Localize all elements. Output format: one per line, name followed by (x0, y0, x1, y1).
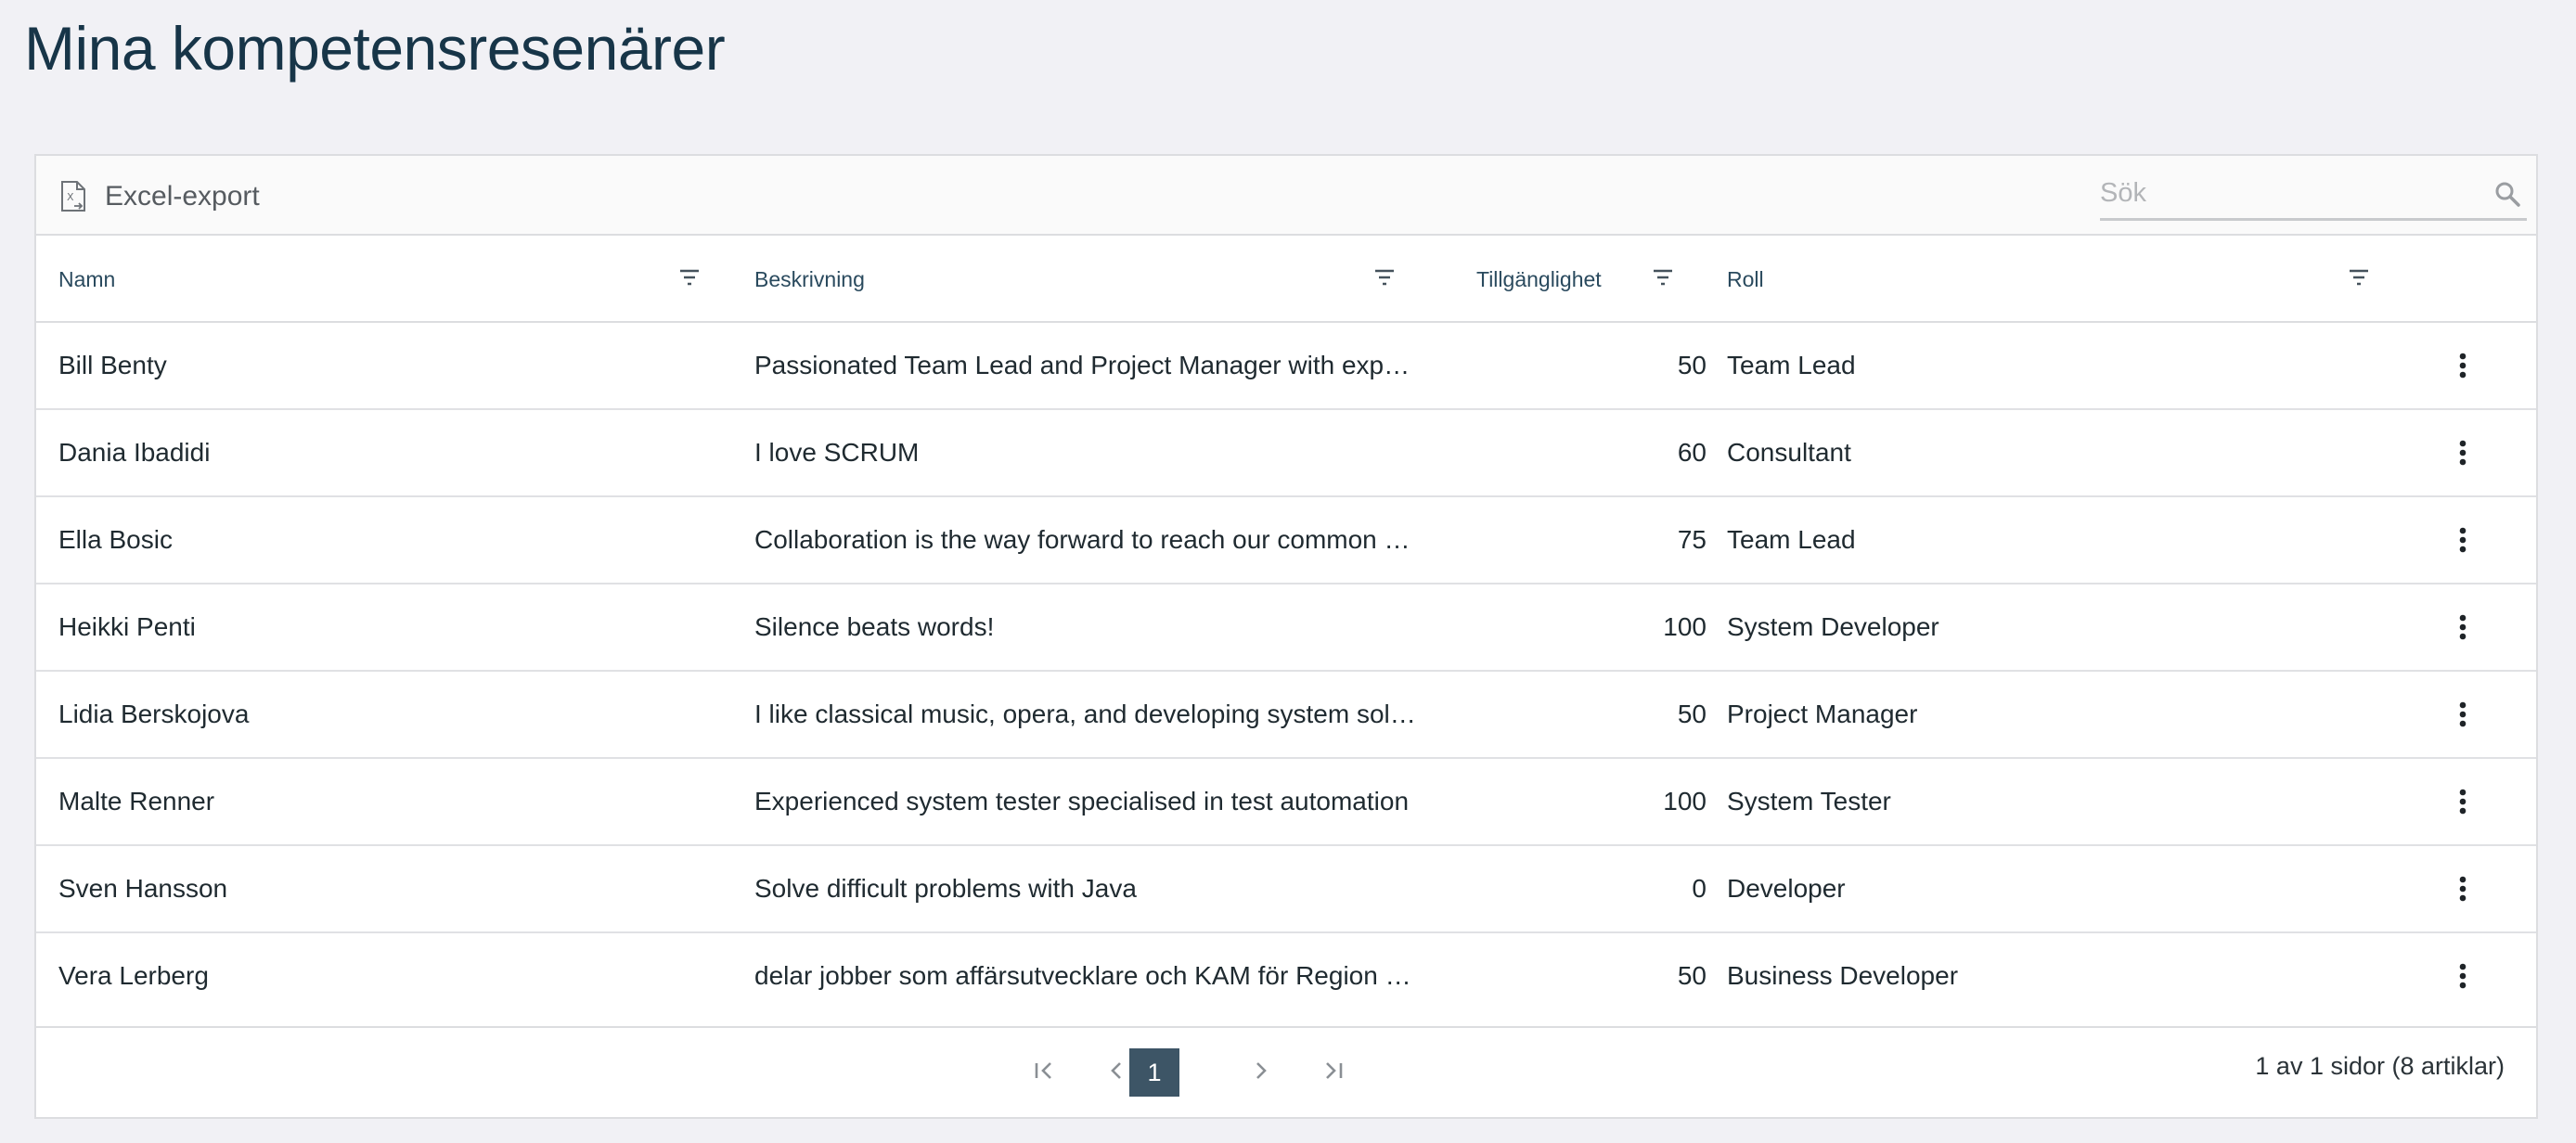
cell-availability: 60 (1677, 438, 1707, 467)
cell-name: Heikki Penti (58, 612, 196, 641)
previous-page-icon[interactable] (1100, 1054, 1133, 1087)
cell-description: Experienced system tester specialised in… (754, 759, 1423, 844)
cell-name: Vera Lerberg (58, 961, 209, 990)
next-page-icon[interactable] (1244, 1054, 1278, 1087)
cell-description-text: I love SCRUM (754, 438, 920, 467)
cell-name: Lidia Berskojova (58, 700, 250, 728)
row-menu-button[interactable] (2440, 672, 2486, 757)
more-vertical-icon (2459, 440, 2467, 466)
excel-export-label: Excel-export (105, 181, 260, 212)
cell-role: Team Lead (1727, 525, 1856, 554)
cell-role: Developer (1727, 874, 1846, 903)
cell-role: Team Lead (1727, 351, 1856, 379)
cell-availability: 50 (1677, 961, 1707, 990)
table-row[interactable]: Bill Benty Passionated Team Lead and Pro… (36, 323, 2536, 410)
cell-description: I like classical music, opera, and devel… (754, 672, 1423, 757)
row-menu-button[interactable] (2440, 323, 2486, 408)
cell-description-text: Passionated Team Lead and Project Manage… (754, 351, 1410, 379)
column-header-name[interactable]: Namn (58, 236, 115, 323)
svg-text:X: X (67, 191, 74, 203)
row-menu-button[interactable] (2440, 933, 2486, 1019)
column-header-availability[interactable]: Tillgänglighet (1476, 236, 1602, 323)
cell-availability: 75 (1677, 525, 1707, 554)
cell-description-text: Experienced system tester specialised in… (754, 787, 1410, 816)
table-row[interactable]: Sven Hansson Solve difficult problems wi… (36, 846, 2536, 933)
cell-role: Consultant (1727, 438, 1851, 467)
cell-description: I love SCRUM (754, 410, 1423, 495)
cell-availability: 100 (1663, 612, 1707, 641)
cell-description: Solve difficult problems with Java (754, 846, 1423, 931)
cell-description: Collaboration is the way forward to reac… (754, 497, 1423, 583)
cell-description-text: I like classical music, opera, and devel… (754, 700, 1423, 728)
cell-name: Ella Bosic (58, 525, 173, 554)
cell-availability: 0 (1692, 874, 1707, 903)
page-info: 1 av 1 sidor (8 artiklar) (2255, 1052, 2505, 1080)
page-title: Mina kompetensresenärer (24, 14, 726, 83)
row-menu-button[interactable] (2440, 759, 2486, 844)
cell-name: Dania Ibadidi (58, 438, 211, 467)
excel-export-button[interactable]: X Excel-export (58, 176, 260, 217)
filter-icon[interactable] (1653, 268, 1673, 287)
more-vertical-icon (2459, 876, 2467, 902)
table-row[interactable]: Malte Renner Experienced system tester s… (36, 759, 2536, 846)
data-grid: X Excel-export Namn Beskrivning Tillgäng… (34, 154, 2538, 1119)
row-menu-button[interactable] (2440, 584, 2486, 670)
cell-description-text: Solve difficult problems with Java (754, 874, 1137, 903)
cell-role: Project Manager (1727, 700, 1918, 728)
pager: 1 1 av 1 sidor (8 artiklar) (36, 1028, 2536, 1117)
search-box (2100, 169, 2527, 221)
cell-name: Malte Renner (58, 787, 215, 816)
more-vertical-icon (2459, 789, 2467, 815)
column-header-description[interactable]: Beskrivning (754, 236, 865, 323)
cell-description-text: delar jobber som affärsutvecklare och KA… (754, 961, 1423, 990)
table-row[interactable]: Heikki Penti Silence beats words! 100 Sy… (36, 584, 2536, 672)
excel-export-icon: X (61, 181, 85, 212)
table-row[interactable]: Vera Lerberg delar jobber som affärsutve… (36, 933, 2536, 1021)
cell-name: Bill Benty (58, 351, 167, 379)
filter-icon[interactable] (1374, 268, 1395, 287)
cell-name: Sven Hansson (58, 874, 228, 903)
cell-description-text: Collaboration is the way forward to reac… (754, 525, 1410, 554)
column-header-role[interactable]: Roll (1727, 236, 1764, 323)
more-vertical-icon (2459, 614, 2467, 640)
more-vertical-icon (2459, 353, 2467, 379)
more-vertical-icon (2459, 527, 2467, 553)
cell-availability: 50 (1677, 700, 1707, 728)
table-header: Namn Beskrivning Tillgänglighet Roll (36, 236, 2536, 323)
table-row[interactable]: Ella Bosic Collaboration is the way forw… (36, 497, 2536, 584)
cell-role: System Tester (1727, 787, 1891, 816)
cell-description: Silence beats words! (754, 584, 1423, 670)
cell-role: Business Developer (1727, 961, 1959, 990)
page-number-button[interactable]: 1 (1129, 1048, 1179, 1097)
filter-icon[interactable] (679, 268, 700, 287)
last-page-icon[interactable] (1317, 1054, 1350, 1087)
table-body: Bill Benty Passionated Team Lead and Pro… (36, 323, 2536, 1028)
table-row[interactable]: Dania Ibadidi I love SCRUM 60 Consultant (36, 410, 2536, 497)
cell-description-text: Silence beats words! (754, 612, 995, 641)
search-input[interactable] (2100, 169, 2471, 217)
more-vertical-icon (2459, 963, 2467, 989)
filter-icon[interactable] (2349, 268, 2369, 287)
cell-availability: 100 (1663, 787, 1707, 816)
cell-role: System Developer (1727, 612, 1939, 641)
search-icon[interactable] (2493, 180, 2521, 208)
cell-availability: 50 (1677, 351, 1707, 379)
cell-description: delar jobber som affärsutvecklare och KA… (754, 933, 1423, 1019)
more-vertical-icon (2459, 701, 2467, 727)
grid-toolbar: X Excel-export (36, 156, 2536, 236)
first-page-icon[interactable] (1027, 1054, 1061, 1087)
table-row[interactable]: Lidia Berskojova I like classical music,… (36, 672, 2536, 759)
row-menu-button[interactable] (2440, 846, 2486, 931)
row-menu-button[interactable] (2440, 497, 2486, 583)
cell-description: Passionated Team Lead and Project Manage… (754, 323, 1423, 408)
row-menu-button[interactable] (2440, 410, 2486, 495)
